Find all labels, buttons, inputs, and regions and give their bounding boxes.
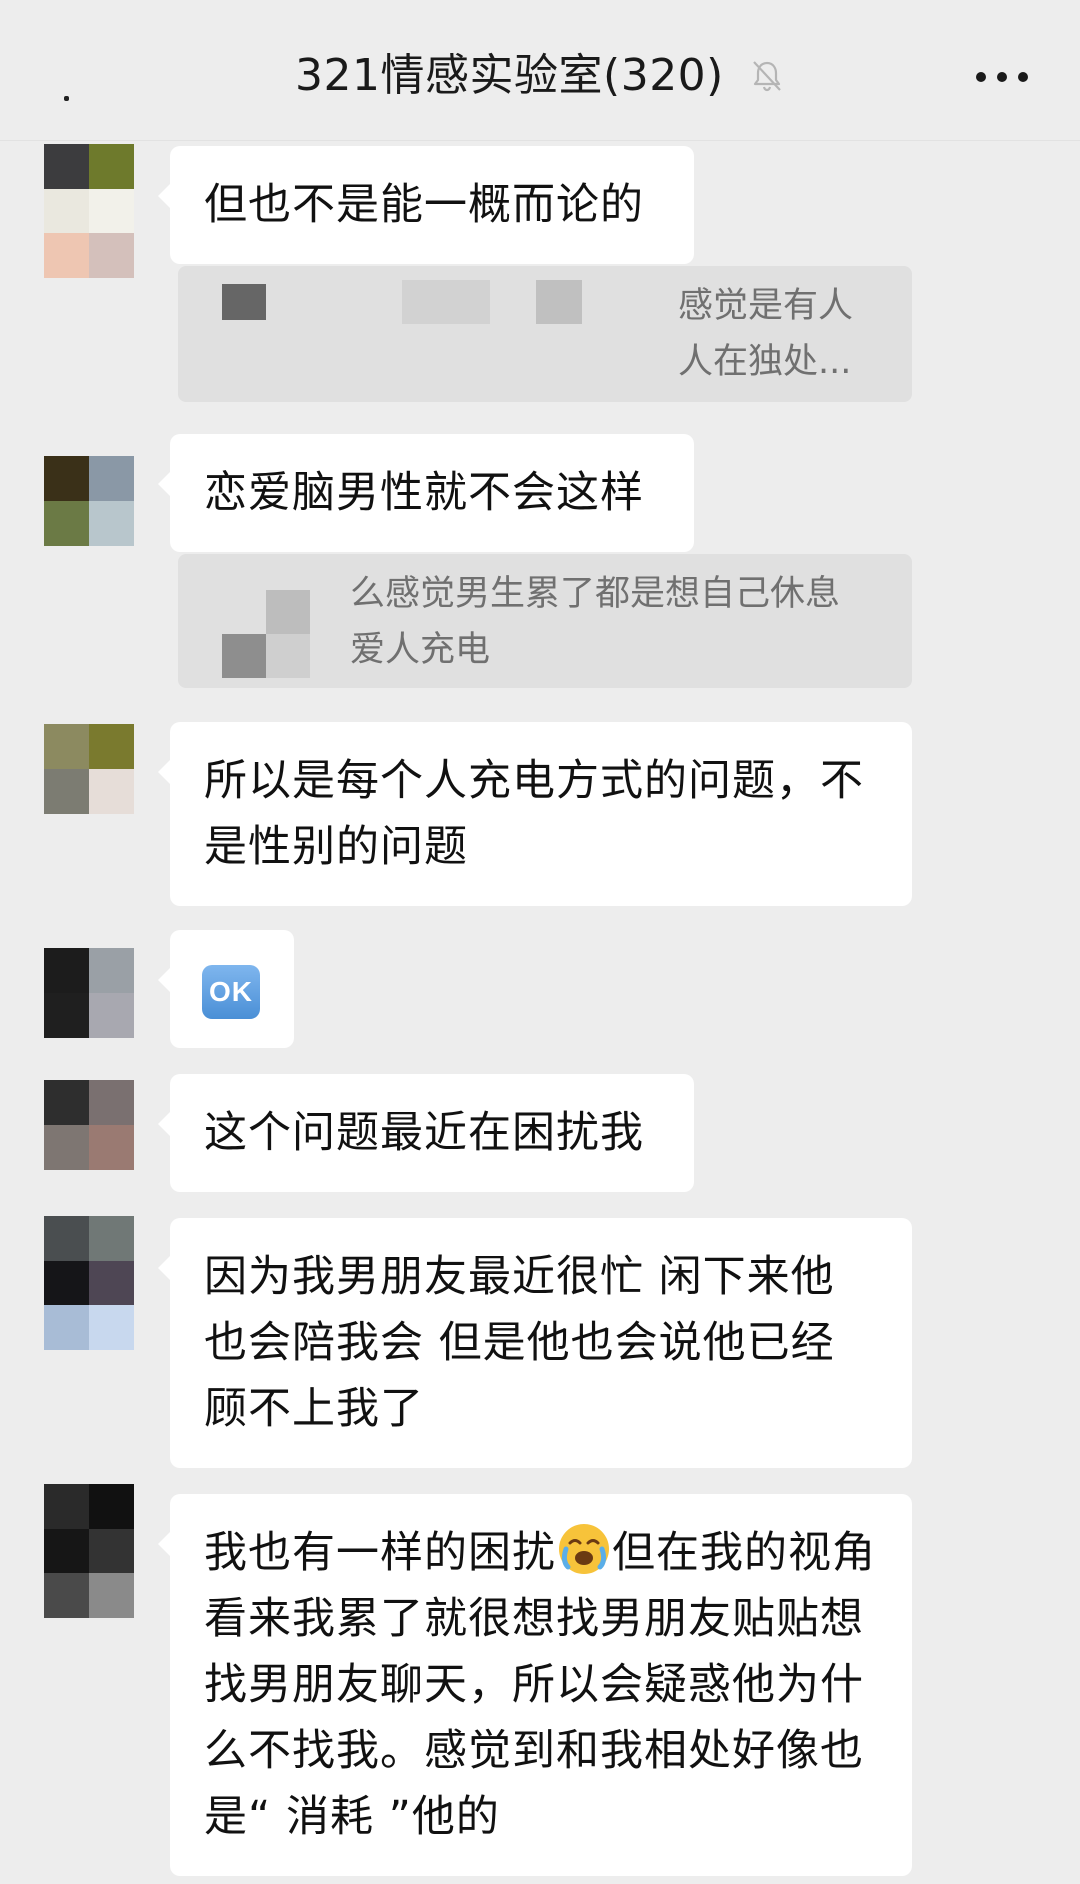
blurred-mosaic [222,634,266,678]
blurred-mosaic [266,590,310,634]
more-options-button[interactable] [972,58,1032,94]
message-text: 这个问题最近在困扰我 [204,1108,644,1158]
message-bubble[interactable]: 这个问题最近在困扰我 [158,1074,694,1192]
avatar[interactable] [44,456,134,546]
quoted-reply[interactable]: 么感觉男生累了都是想自己休息 爱人充电 [178,554,912,688]
more-dot-icon [997,72,1007,82]
blurred-mosaic [266,634,310,678]
title-wrap: 321情感实验室(320) [0,46,1080,106]
blurred-mosaic [536,280,582,324]
message-bubble[interactable]: OK [158,930,294,1048]
bell-mute-icon [753,61,781,92]
quote-line: 么感觉男生累了都是想自己休息 [350,574,841,614]
chat-header: 321情感实验室(320) [0,0,1080,141]
message-bubble[interactable]: 因为我男朋友最近很忙 闲下来他也会陪我会 但是他也会说他已经顾不上我了 [158,1218,912,1468]
chat-title[interactable]: 321情感实验室(320) [295,46,724,106]
more-dot-icon [1018,72,1028,82]
message-text: 恋爱脑男性就不会这样 [204,468,644,518]
ok-button-emoji: OK [202,964,260,1019]
quoted-reply[interactable]: 感觉是有人 人在独处... [178,266,912,402]
message-bubble[interactable]: 所以是每个人充电方式的问题，不是性别的问题 [158,722,912,906]
quote-line: 人在独处... [678,342,852,382]
message-bubble[interactable]: 但也不是能一概而论的 [158,146,694,264]
avatar[interactable] [44,144,134,278]
message-bubble[interactable]: 我也有一样的困扰 但在我的视角看来我累了就很想找男朋友贴贴想找男朋友聊天，所以会… [158,1494,912,1876]
more-dot-icon [976,72,986,82]
message-text: 所以是每个人充电方式的问题，不是性别的问题 [204,756,864,872]
avatar[interactable] [44,1216,134,1350]
avatar[interactable] [44,1080,134,1170]
avatar[interactable] [44,724,134,814]
message-text-start: 我也有一样的困扰 [204,1528,556,1578]
blurred-mosaic [402,280,490,324]
message-text: 因为我男朋友最近很忙 闲下来他也会陪我会 但是他也会说他已经顾不上我了 [204,1252,835,1434]
avatar[interactable] [44,948,134,1038]
quote-line: 爱人充电 [350,630,491,670]
message-bubble[interactable]: 恋爱脑男性就不会这样 [158,434,694,552]
quote-line: 感觉是有人 [678,286,854,326]
avatar[interactable] [44,1484,134,1618]
crying-face-emoji [559,1524,609,1574]
blurred-mosaic [222,284,266,320]
message-text: 但也不是能一概而论的 [204,180,644,230]
